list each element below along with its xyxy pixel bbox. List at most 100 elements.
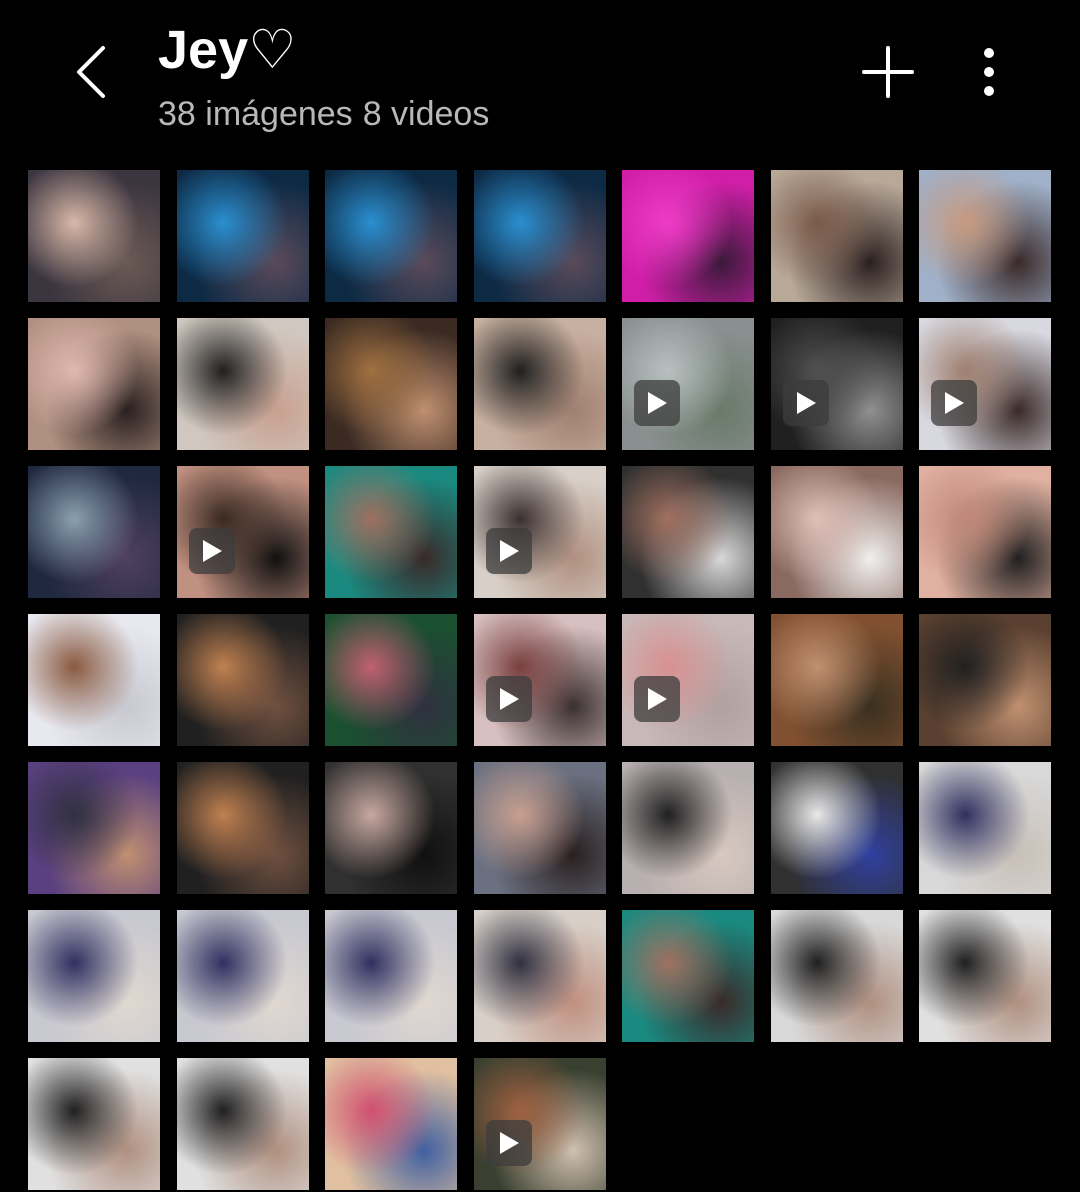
- play-icon: [485, 676, 532, 722]
- thumbnail-image: [770, 614, 903, 746]
- image-thumbnail[interactable]: [770, 910, 903, 1042]
- media-grid: [28, 170, 1051, 1190]
- play-icon: [485, 528, 532, 574]
- play-icon: [634, 676, 680, 722]
- image-thumbnail[interactable]: [28, 614, 160, 746]
- thumbnail-image: [325, 318, 457, 450]
- video-thumbnail[interactable]: [622, 614, 754, 746]
- thumbnail-image: [28, 170, 160, 302]
- play-icon: [782, 380, 829, 426]
- thumbnail-image: [28, 318, 160, 450]
- plus-icon: [862, 46, 914, 98]
- image-thumbnail[interactable]: [473, 170, 606, 302]
- image-thumbnail[interactable]: [28, 1058, 160, 1190]
- image-thumbnail[interactable]: [622, 170, 754, 302]
- image-thumbnail[interactable]: [325, 1058, 457, 1190]
- image-thumbnail[interactable]: [770, 762, 903, 894]
- thumbnail-image: [28, 614, 160, 746]
- add-button[interactable]: [856, 40, 920, 104]
- thumbnail-image: [28, 1058, 160, 1190]
- image-thumbnail[interactable]: [770, 170, 903, 302]
- thumbnail-image: [325, 614, 457, 746]
- image-thumbnail[interactable]: [325, 762, 457, 894]
- video-thumbnail[interactable]: [176, 466, 309, 598]
- thumbnail-image: [919, 170, 1051, 302]
- album-title: Jey♡: [158, 20, 297, 80]
- thumbnail-image: [176, 614, 309, 746]
- thumbnail-image: [622, 762, 754, 894]
- image-thumbnail[interactable]: [28, 910, 160, 1042]
- image-thumbnail[interactable]: [176, 910, 309, 1042]
- thumbnail-image: [770, 466, 903, 598]
- thumbnail-image: [770, 762, 903, 894]
- video-thumbnail[interactable]: [473, 614, 606, 746]
- chevron-left-icon: [77, 46, 105, 98]
- image-thumbnail[interactable]: [28, 466, 160, 598]
- thumbnail-image: [622, 170, 754, 302]
- thumbnail-image: [176, 910, 309, 1042]
- image-thumbnail[interactable]: [176, 762, 309, 894]
- image-thumbnail[interactable]: [325, 318, 457, 450]
- thumbnail-image: [176, 1058, 309, 1190]
- play-icon: [634, 380, 680, 426]
- image-thumbnail[interactable]: [919, 614, 1051, 746]
- album-header: Jey♡ 38 imágenes 8 videos: [0, 0, 1080, 160]
- image-thumbnail[interactable]: [176, 614, 309, 746]
- thumbnail-image: [325, 170, 457, 302]
- thumbnail-image: [919, 614, 1051, 746]
- thumbnail-image: [919, 466, 1051, 598]
- thumbnail-image: [622, 466, 754, 598]
- image-thumbnail[interactable]: [325, 614, 457, 746]
- video-thumbnail[interactable]: [473, 466, 606, 598]
- album-count: 38 imágenes 8 videos: [158, 92, 489, 136]
- image-thumbnail[interactable]: [28, 762, 160, 894]
- play-icon: [485, 1120, 532, 1166]
- image-thumbnail[interactable]: [325, 466, 457, 598]
- image-count: 38 imágenes: [158, 95, 353, 133]
- thumbnail-image: [28, 910, 160, 1042]
- thumbnail-image: [325, 910, 457, 1042]
- thumbnail-image: [176, 762, 309, 894]
- image-thumbnail[interactable]: [622, 762, 754, 894]
- image-thumbnail[interactable]: [473, 762, 606, 894]
- thumbnail-image: [919, 762, 1051, 894]
- image-thumbnail[interactable]: [28, 170, 160, 302]
- image-thumbnail[interactable]: [28, 318, 160, 450]
- image-thumbnail[interactable]: [325, 170, 457, 302]
- image-thumbnail[interactable]: [176, 1058, 309, 1190]
- thumbnail-image: [919, 910, 1051, 1042]
- image-thumbnail[interactable]: [919, 466, 1051, 598]
- thumbnail-image: [473, 318, 606, 450]
- image-thumbnail[interactable]: [622, 910, 754, 1042]
- more-options-button[interactable]: [962, 40, 1016, 104]
- back-button[interactable]: [58, 36, 122, 108]
- video-thumbnail[interactable]: [622, 318, 754, 450]
- image-thumbnail[interactable]: [622, 466, 754, 598]
- video-count: 8 videos: [362, 95, 490, 133]
- thumbnail-image: [325, 762, 457, 894]
- thumbnail-image: [176, 318, 309, 450]
- thumbnail-image: [28, 762, 160, 894]
- image-thumbnail[interactable]: [770, 466, 903, 598]
- video-thumbnail[interactable]: [473, 1058, 606, 1190]
- thumbnail-image: [473, 762, 606, 894]
- thumbnail-image: [770, 170, 903, 302]
- image-thumbnail[interactable]: [919, 762, 1051, 894]
- image-thumbnail[interactable]: [770, 614, 903, 746]
- image-thumbnail[interactable]: [176, 318, 309, 450]
- thumbnail-image: [770, 910, 903, 1042]
- play-icon: [931, 380, 977, 426]
- video-thumbnail[interactable]: [770, 318, 903, 450]
- thumbnail-image: [28, 466, 160, 598]
- image-thumbnail[interactable]: [473, 910, 606, 1042]
- thumbnail-image: [473, 910, 606, 1042]
- image-thumbnail[interactable]: [176, 170, 309, 302]
- thumbnail-image: [325, 466, 457, 598]
- video-thumbnail[interactable]: [919, 318, 1051, 450]
- image-thumbnail[interactable]: [325, 910, 457, 1042]
- image-thumbnail[interactable]: [473, 318, 606, 450]
- image-thumbnail[interactable]: [919, 170, 1051, 302]
- image-thumbnail[interactable]: [919, 910, 1051, 1042]
- thumbnail-image: [176, 170, 309, 302]
- more-vertical-icon: [984, 48, 994, 96]
